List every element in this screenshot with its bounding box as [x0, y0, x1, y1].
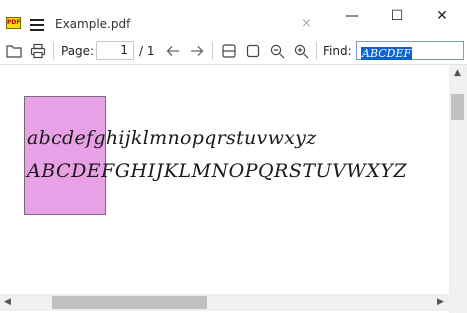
- vertical-scrollbar[interactable]: ▲: [449, 65, 467, 294]
- scroll-up-icon[interactable]: ▲: [454, 68, 461, 78]
- title-bar: PDF Example.pdf × — ☐ ✕: [0, 0, 467, 34]
- toolbar-separator: [316, 42, 317, 60]
- page-number-input[interactable]: 1: [96, 41, 134, 60]
- vertical-scroll-thumb[interactable]: [451, 94, 464, 120]
- horizontal-scrollbar[interactable]: ◀ ▶: [0, 294, 449, 311]
- page-total: / 1: [139, 44, 155, 58]
- print-icon[interactable]: [28, 41, 48, 61]
- tab-title[interactable]: Example.pdf: [55, 17, 130, 31]
- scroll-right-icon[interactable]: ▶: [437, 297, 444, 307]
- open-folder-icon[interactable]: [4, 41, 24, 61]
- close-button[interactable]: ✕: [419, 4, 465, 28]
- toolbar: Page: 1 / 1 Find: ABCDEF: [0, 38, 467, 65]
- fit-page-icon[interactable]: [243, 41, 263, 61]
- find-label: Find:: [323, 44, 352, 58]
- scrollbar-corner: [449, 294, 467, 313]
- document-view[interactable]: abcdefghijklmnopqrstuvwxyz ABCDEFGHIJKLM…: [0, 65, 449, 294]
- arrow-right-icon[interactable]: [187, 41, 207, 61]
- highlight-annotation[interactable]: [24, 96, 106, 215]
- document-text-line: abcdefghijklmnopqrstuvwxyz: [27, 127, 317, 149]
- toolbar-separator: [53, 42, 54, 60]
- menu-icon[interactable]: [30, 19, 44, 31]
- zoom-out-icon[interactable]: [267, 41, 287, 61]
- maximize-button[interactable]: ☐: [374, 4, 420, 28]
- fit-width-icon[interactable]: [219, 41, 239, 61]
- toolbar-separator: [212, 42, 213, 60]
- zoom-in-icon[interactable]: [291, 41, 311, 61]
- minimize-button[interactable]: —: [329, 4, 375, 28]
- horizontal-scroll-thumb[interactable]: [52, 296, 207, 309]
- arrow-left-icon[interactable]: [163, 41, 183, 61]
- tab-close-icon[interactable]: ×: [301, 16, 312, 31]
- scroll-left-icon[interactable]: ◀: [4, 297, 11, 307]
- find-input[interactable]: ABCDEF: [356, 41, 464, 60]
- pdf-app-icon: PDF: [6, 17, 21, 29]
- find-input-value: ABCDEF: [361, 47, 413, 60]
- document-text-line: ABCDEFGHIJKLMNOPQRSTUVWXYZ: [27, 160, 408, 182]
- page-label: Page:: [61, 44, 95, 58]
